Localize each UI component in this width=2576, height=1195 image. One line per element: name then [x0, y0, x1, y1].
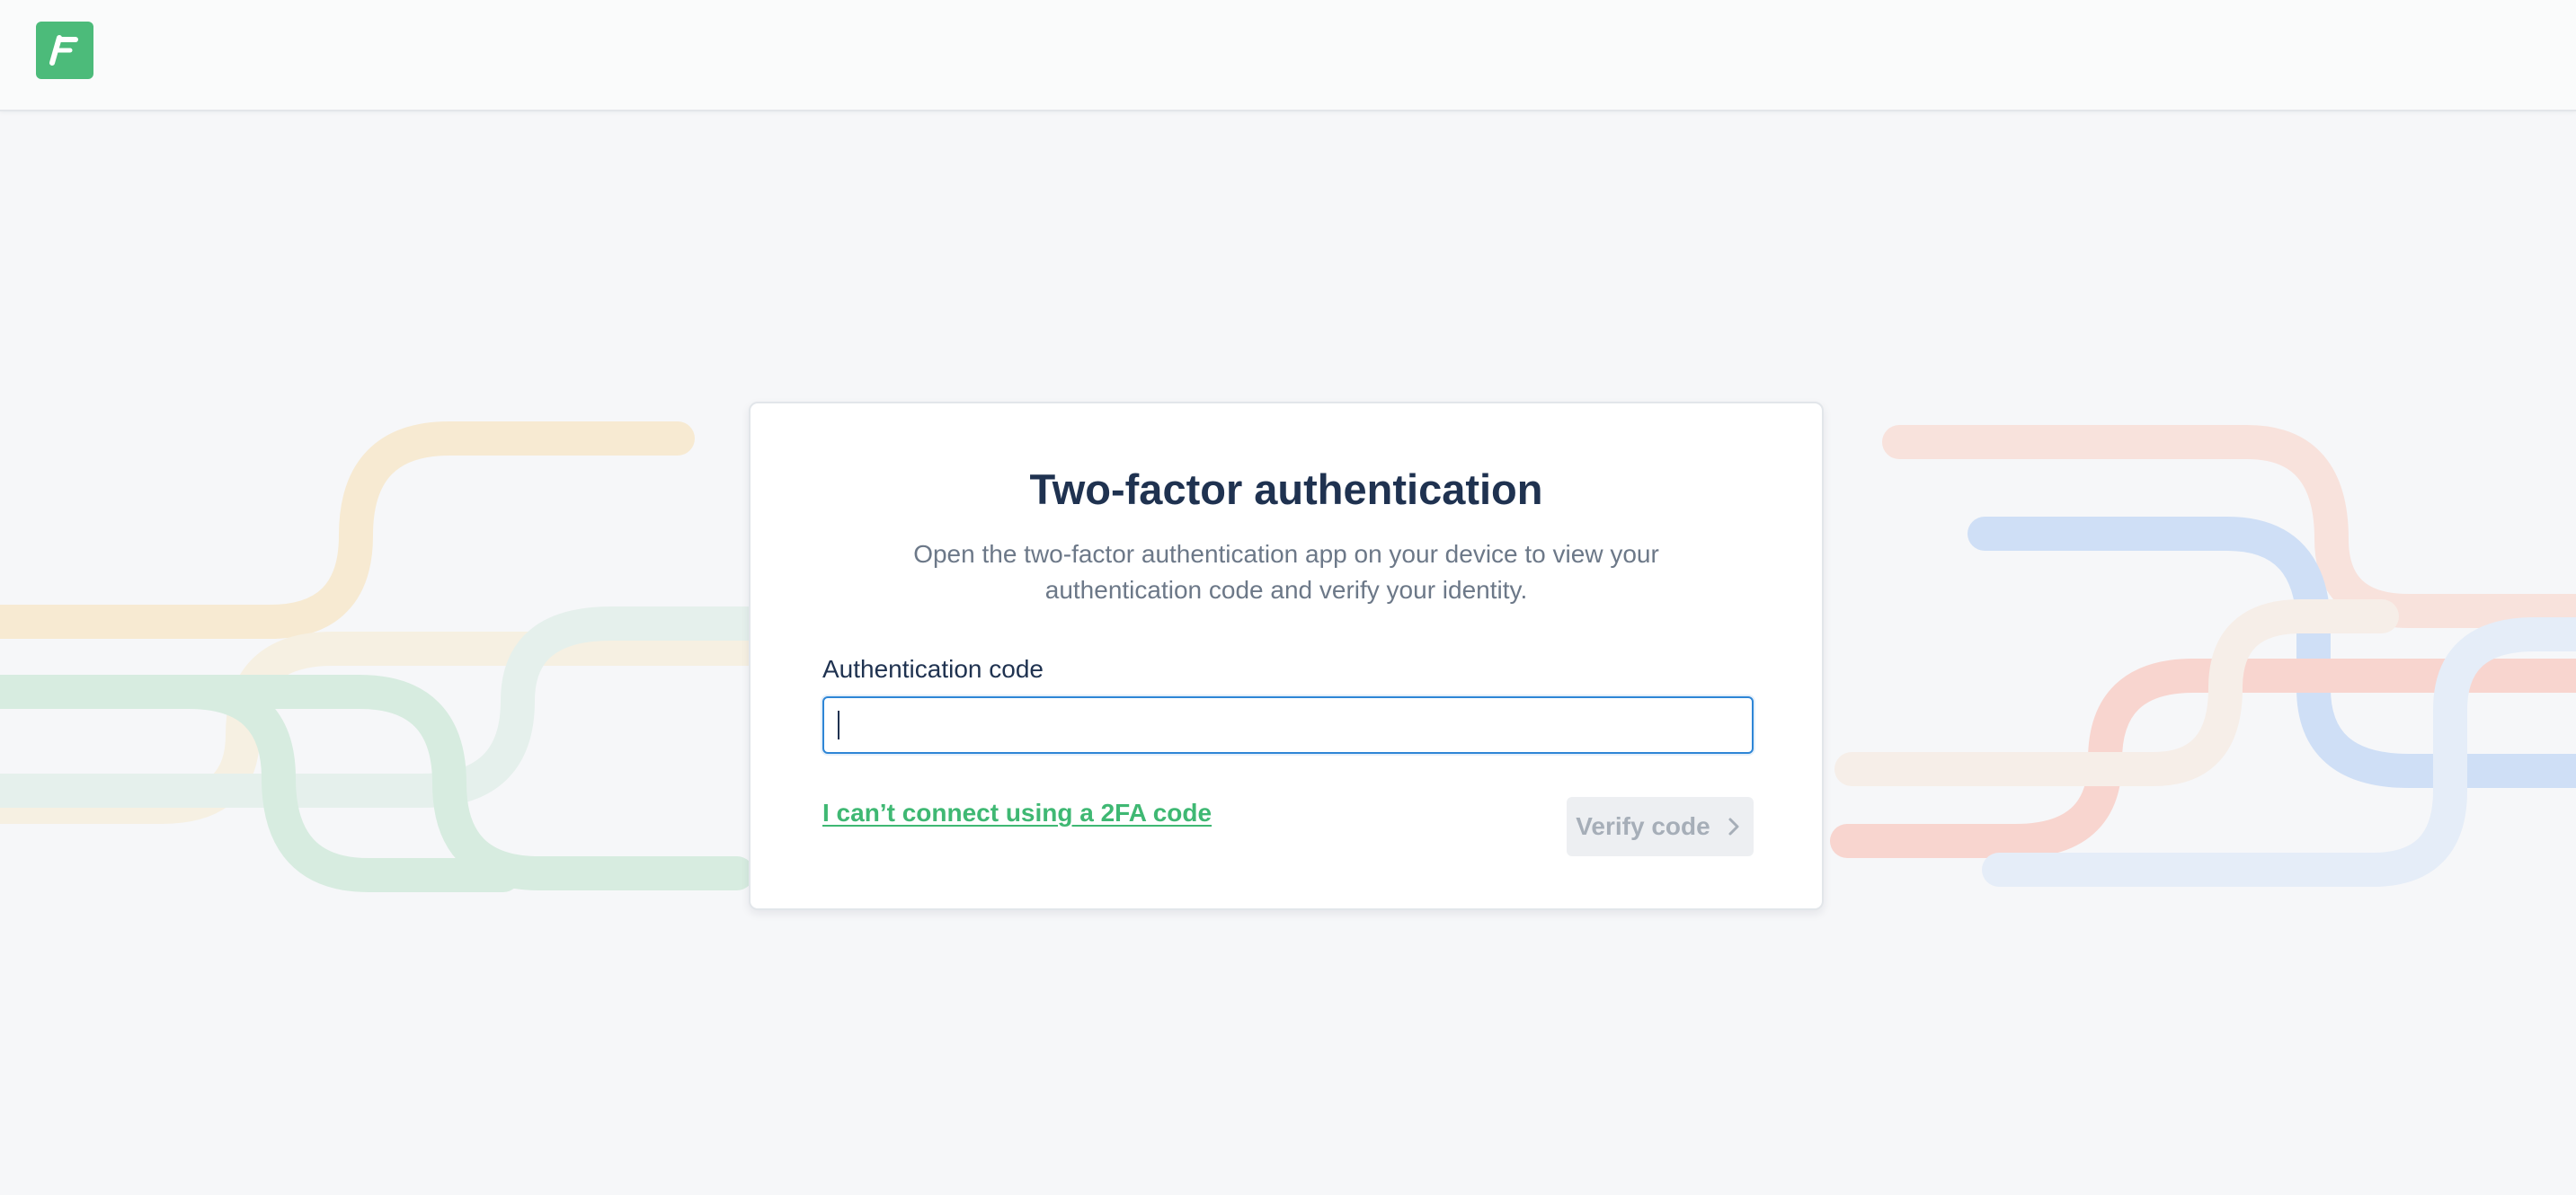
cannot-connect-link[interactable]: I can’t connect using a 2FA code	[822, 799, 1212, 828]
top-bar	[0, 0, 2576, 111]
page-title: Two-factor authentication	[1029, 465, 1543, 513]
brand-logo-f-icon[interactable]	[36, 22, 93, 79]
text-cursor	[838, 711, 839, 739]
chevron-right-icon	[1728, 818, 1739, 836]
auth-code-input[interactable]	[822, 696, 1754, 754]
page-subtitle: Open the two-factor authentication app o…	[913, 540, 1659, 604]
verify-code-button[interactable]: Verify code	[1567, 797, 1754, 856]
auth-code-label: Authentication code	[822, 655, 1044, 683]
verify-code-label: Verify code	[1576, 812, 1710, 840]
two-factor-card: Two-factor authentication Open the two-f…	[749, 402, 1824, 910]
